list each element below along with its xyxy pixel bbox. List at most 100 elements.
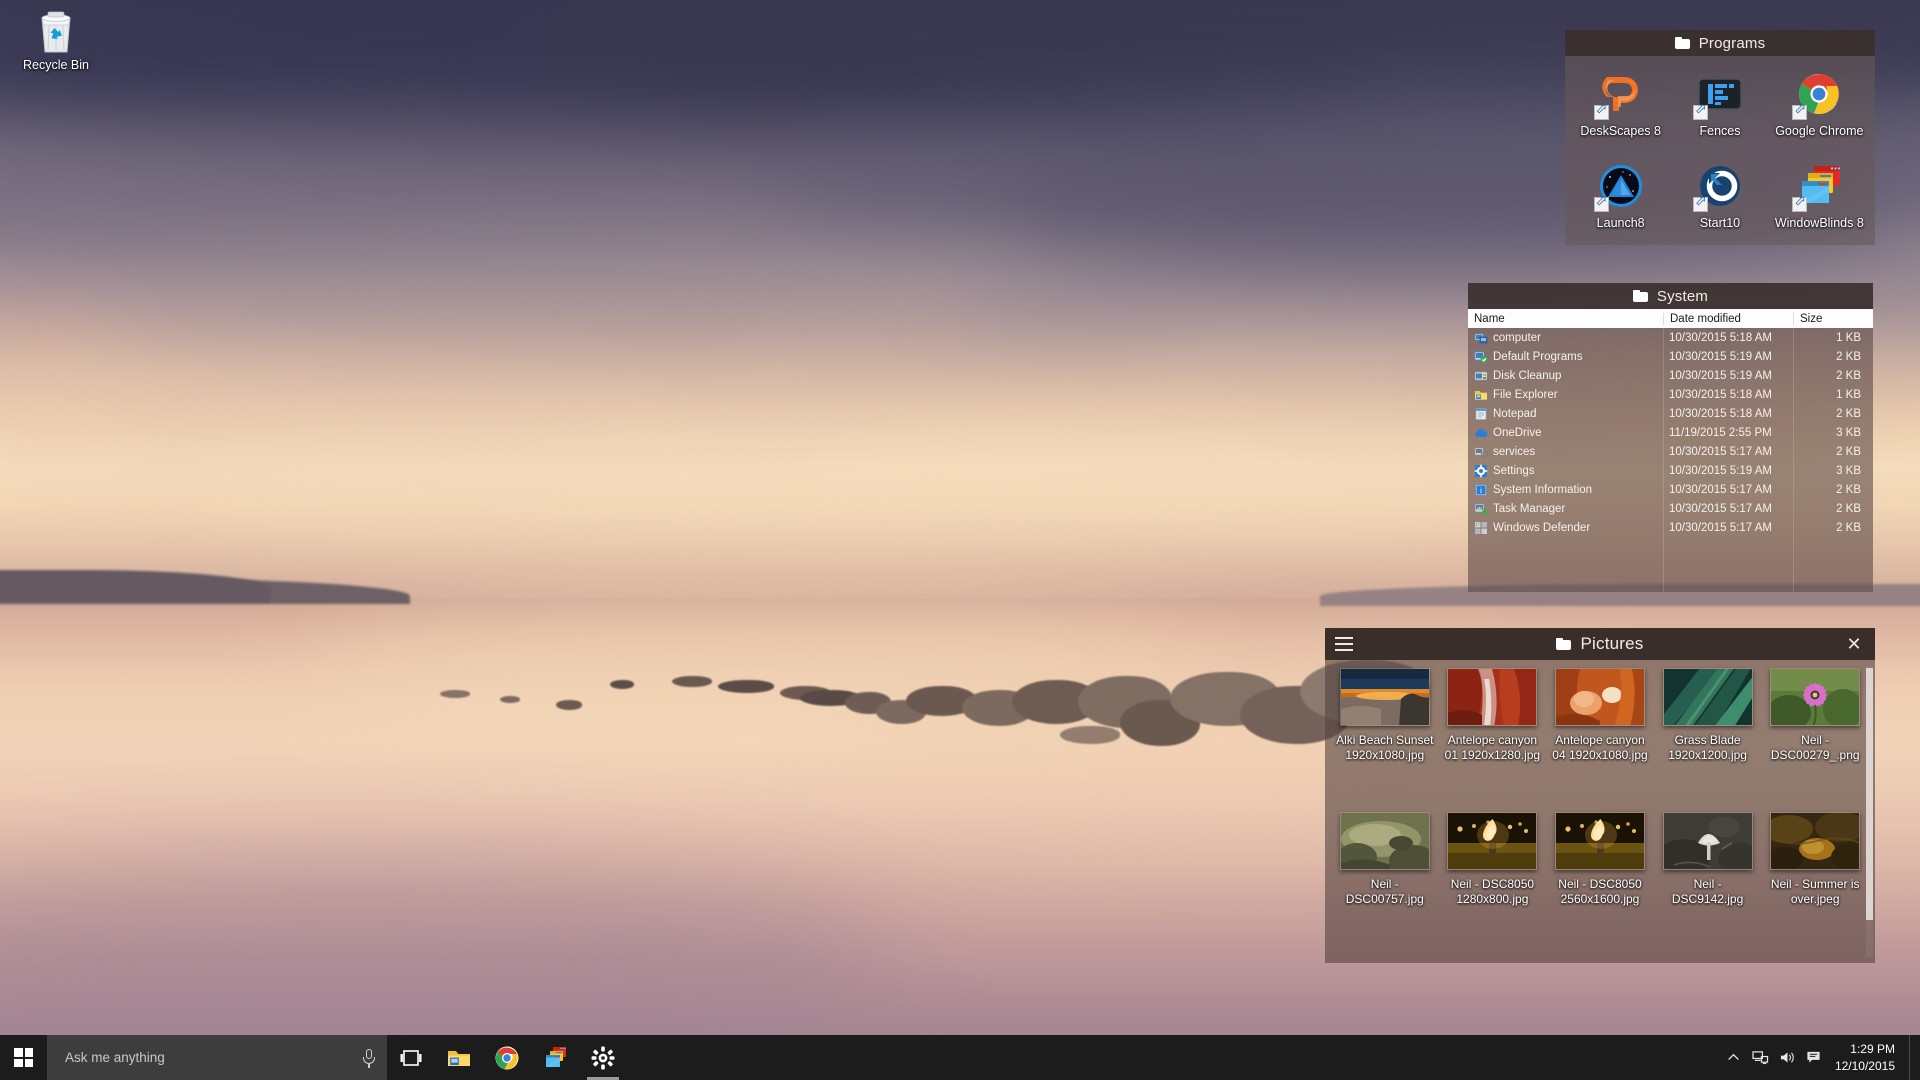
taskbar-task-view-button[interactable]	[387, 1035, 435, 1080]
hamburger-menu-icon[interactable]	[1335, 637, 1353, 651]
gear-icon	[590, 1045, 616, 1071]
system-item-disk-cleanup[interactable]: Disk Cleanup 10/30/2015 5:19 AM 2 KB	[1468, 366, 1873, 385]
torch-flame-thumb	[1447, 812, 1537, 870]
system-item-settings[interactable]: Settings 10/30/2015 5:19 AM 3 KB	[1468, 461, 1873, 480]
system-item-name: Disk Cleanup	[1493, 370, 1561, 382]
folder-icon	[1675, 37, 1690, 49]
fence-system-title: System	[1657, 288, 1708, 305]
action-center-button[interactable]	[1801, 1035, 1827, 1080]
system-item-date: 10/30/2015 5:17 AM	[1663, 522, 1793, 534]
file-explorer-icon	[446, 1045, 472, 1071]
picture-label: Neil - Summer is over.jpeg	[1765, 877, 1865, 907]
system-item-name: Notepad	[1493, 408, 1536, 420]
start-button[interactable]	[0, 1035, 47, 1080]
system-item-windows-defender[interactable]: Windows Defender 10/30/2015 5:17 AM 2 KB	[1468, 518, 1873, 537]
system-item-file-explorer[interactable]: File Explorer 10/30/2015 5:18 AM 1 KB	[1468, 385, 1873, 404]
system-item-name: File Explorer	[1493, 389, 1558, 401]
pictures-scrollbar-thumb[interactable]	[1866, 668, 1873, 920]
program-label: Google Chrome	[1775, 124, 1863, 138]
picture-item[interactable]: Neil - Summer is over.jpeg	[1763, 812, 1867, 956]
close-icon[interactable]: ✕	[1845, 635, 1863, 653]
picture-item[interactable]: Antelope canyon 01 1920x1280.jpg	[1441, 668, 1545, 812]
system-item-size: 2 KB	[1793, 522, 1873, 534]
settings-icon	[1474, 464, 1488, 478]
program-label: DeskScapes 8	[1580, 124, 1661, 138]
deskscapes-icon	[1596, 69, 1646, 119]
network-button[interactable]	[1747, 1035, 1774, 1080]
clock-time: 1:29 PM	[1850, 1041, 1895, 1057]
show-desktop-button[interactable]	[1909, 1035, 1916, 1080]
system-item-name: Settings	[1493, 465, 1535, 477]
microphone-icon[interactable]	[361, 1048, 377, 1068]
system-item-computer[interactable]: computer 10/30/2015 5:18 AM 1 KB	[1468, 328, 1873, 347]
system-item-size: 2 KB	[1793, 408, 1873, 420]
system-item-notepad[interactable]: Notepad 10/30/2015 5:18 AM 2 KB	[1468, 404, 1873, 423]
column-header-size[interactable]: Size	[1793, 313, 1873, 325]
shortcut-overlay-icon	[1594, 197, 1609, 212]
taskbar-settings-button[interactable]	[579, 1035, 627, 1080]
program-label: Launch8	[1597, 216, 1645, 230]
system-item-default-programs[interactable]: Default Programs 10/30/2015 5:19 AM 2 KB	[1468, 347, 1873, 366]
speaker-icon	[1779, 1050, 1796, 1065]
picture-item[interactable]: Neil - DSC9142.jpg	[1656, 812, 1760, 956]
program-windowblinds-8[interactable]: WindowBlinds 8	[1770, 158, 1869, 250]
fence-programs-body: DeskScapes 8 Fences	[1565, 56, 1875, 245]
program-google-chrome[interactable]: Google Chrome	[1770, 66, 1869, 158]
clock[interactable]: 1:29 PM 12/10/2015	[1827, 1035, 1909, 1080]
fence-programs[interactable]: Programs DeskScapes 8	[1565, 30, 1875, 245]
fence-pictures[interactable]: Pictures ✕ Alki Beach Sunset 1920x1080.j…	[1325, 628, 1875, 963]
fence-programs-titlebar[interactable]: Programs	[1565, 30, 1875, 56]
beach-sunset-thumb	[1340, 668, 1430, 726]
rock	[1060, 726, 1120, 744]
picture-item[interactable]: Grass Blade 1920x1200.jpg	[1656, 668, 1760, 812]
onedrive-icon	[1474, 426, 1488, 440]
picture-item[interactable]: Alki Beach Sunset 1920x1080.jpg	[1333, 668, 1437, 812]
system-item-date: 10/30/2015 5:17 AM	[1663, 503, 1793, 515]
taskbar-file-explorer-button[interactable]	[435, 1035, 483, 1080]
fence-pictures-title: Pictures	[1580, 634, 1643, 654]
picture-item[interactable]: Neil - DSC00757.jpg	[1333, 812, 1437, 956]
default-programs-icon	[1474, 350, 1488, 364]
taskbar-windowblinds-button[interactable]	[531, 1035, 579, 1080]
windowblinds-icon	[1794, 161, 1844, 211]
picture-item[interactable]: Neil - DSC00279_.png	[1763, 668, 1867, 812]
picture-item[interactable]: Antelope canyon 04 1920x1080.jpg	[1548, 668, 1652, 812]
system-item-system-information[interactable]: i System Information 10/30/2015 5:17 AM …	[1468, 480, 1873, 499]
system-item-task-manager[interactable]: Task Manager 10/30/2015 5:17 AM 2 KB	[1468, 499, 1873, 518]
fence-pictures-titlebar[interactable]: Pictures ✕	[1325, 628, 1875, 660]
grass-blade-thumb	[1663, 668, 1753, 726]
system-item-date: 10/30/2015 5:18 AM	[1663, 389, 1793, 401]
picture-label: Antelope canyon 01 1920x1280.jpg	[1442, 733, 1542, 763]
program-label: Start10	[1700, 216, 1740, 230]
fence-system-titlebar[interactable]: System	[1468, 283, 1873, 309]
picture-item[interactable]: Neil - DSC8050 1280x800.jpg	[1441, 812, 1545, 956]
system-item-onedrive[interactable]: OneDrive 11/19/2015 2:55 PM 3 KB	[1468, 423, 1873, 442]
search-input[interactable]: Ask me anything	[47, 1035, 387, 1080]
taskbar-google-chrome-button[interactable]	[483, 1035, 531, 1080]
desktop-icon-recycle-bin[interactable]: Recycle Bin	[8, 8, 104, 92]
volume-button[interactable]	[1774, 1035, 1801, 1080]
rock	[440, 690, 470, 698]
column-header-date-modified[interactable]: Date modified	[1663, 313, 1793, 325]
system-item-date: 10/30/2015 5:17 AM	[1663, 446, 1793, 458]
picture-item[interactable]: Neil - DSC8050 2560x1600.jpg	[1548, 812, 1652, 956]
fence-system[interactable]: System Name Date modified Size	[1468, 283, 1873, 592]
notepad-icon	[1474, 407, 1488, 421]
action-center-icon	[1806, 1050, 1821, 1065]
search-placeholder: Ask me anything	[65, 1050, 361, 1065]
system-item-services[interactable]: services 10/30/2015 5:17 AM 2 KB	[1468, 442, 1873, 461]
network-icon	[1752, 1050, 1769, 1065]
program-start10[interactable]: Start10	[1670, 158, 1769, 250]
column-header-name[interactable]: Name	[1468, 313, 1663, 325]
fences-icon	[1695, 69, 1745, 119]
services-icon	[1474, 445, 1488, 459]
show-hidden-icons-button[interactable]	[1721, 1035, 1747, 1080]
picture-label: Neil - DSC00757.jpg	[1335, 877, 1435, 907]
shortcut-overlay-icon	[1792, 197, 1807, 212]
autumn-leaves-thumb	[1770, 812, 1860, 870]
folder-icon	[1556, 638, 1571, 650]
program-launch8[interactable]: Launch8	[1571, 158, 1670, 250]
system-item-name: Default Programs	[1493, 351, 1582, 363]
program-fences[interactable]: Fences	[1670, 66, 1769, 158]
program-deskscapes-8[interactable]: DeskScapes 8	[1571, 66, 1670, 158]
